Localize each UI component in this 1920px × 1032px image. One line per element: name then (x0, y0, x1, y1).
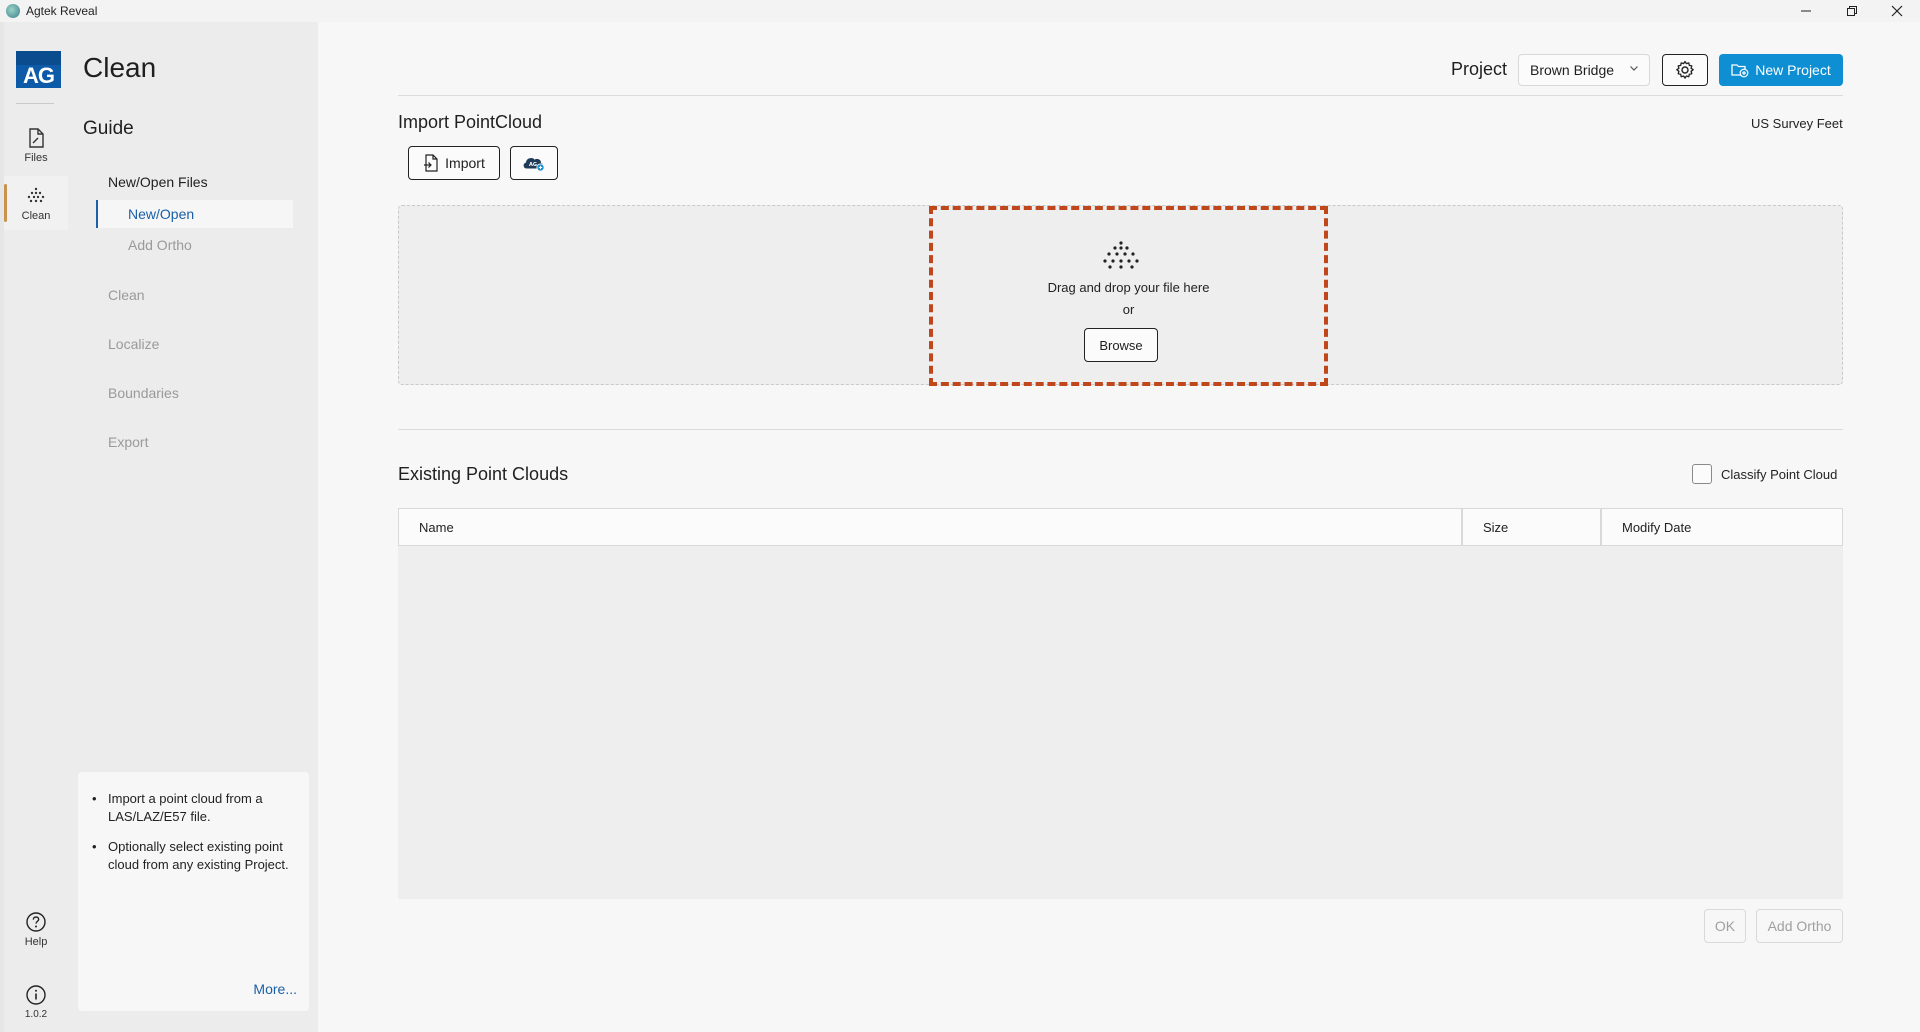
app-icon (6, 4, 20, 18)
classify-checkbox-row[interactable]: Classify Point Cloud (1692, 464, 1837, 484)
guide-heading: Guide (83, 118, 134, 139)
restore-icon (1847, 6, 1857, 16)
info-icon (24, 983, 48, 1007)
rail-item-help[interactable]: Help (4, 902, 68, 956)
point-cloud-icon (1098, 240, 1144, 270)
window-title: Agtek Reveal (26, 4, 98, 18)
project-select-value: Brown Bridge (1530, 62, 1615, 78)
header-divider (398, 95, 1843, 96)
column-header-name[interactable]: Name (398, 508, 1462, 546)
guide-section-boundaries[interactable]: Boundaries (108, 385, 179, 401)
minimize-button[interactable] (1783, 0, 1829, 22)
guide-item-add-ortho[interactable]: Add Ortho (96, 231, 293, 259)
rail-item-label: Files (24, 152, 48, 164)
new-project-button[interactable]: New Project (1719, 54, 1843, 86)
help-bullet: Optionally select existing point cloud f… (92, 838, 300, 874)
page-title: Clean (83, 52, 157, 83)
cloud-import-button[interactable]: AG (510, 146, 558, 180)
guide-section-clean[interactable]: Clean (108, 287, 145, 303)
import-button-label: Import (445, 155, 485, 171)
nav-rail: AG Files Clean Help 1.0.2 (0, 22, 68, 1032)
existing-section-title: Existing Point Clouds (398, 464, 569, 484)
import-section-title: Import PointCloud (398, 112, 543, 132)
ok-button[interactable]: OK (1704, 909, 1746, 943)
gear-icon (1676, 60, 1694, 79)
settings-button[interactable] (1662, 54, 1708, 86)
title-bar: Agtek Reveal (0, 0, 1920, 22)
close-icon (1891, 5, 1903, 17)
file-import-icon (424, 154, 438, 172)
drop-instructions: Drag and drop your file here (1047, 280, 1210, 295)
add-ortho-button[interactable]: Add Ortho (1756, 909, 1843, 943)
project-label: Project (1451, 59, 1508, 79)
drop-or-label: or (1122, 302, 1135, 317)
column-header-modify-date[interactable]: Modify Date (1601, 508, 1843, 546)
table-body[interactable] (398, 546, 1843, 899)
restore-button[interactable] (1829, 0, 1875, 22)
guide-section-localize[interactable]: Localize (108, 336, 159, 352)
table-header: Name Size Modify Date (398, 508, 1843, 546)
logo-text: AG (23, 63, 55, 88)
units-label: US Survey Feet (1751, 116, 1843, 131)
rail-item-about[interactable]: 1.0.2 (4, 974, 68, 1028)
classify-label: Classify Point Cloud (1721, 466, 1838, 482)
rail-item-clean[interactable]: Clean (4, 176, 68, 230)
chevron-down-icon (1629, 63, 1639, 76)
rail-divider (16, 103, 54, 104)
rail-item-files[interactable]: Files (4, 118, 68, 172)
new-folder-icon (1731, 64, 1749, 78)
agtek-logo: AG (16, 51, 61, 88)
minimize-icon (1801, 10, 1811, 12)
svg-text:AG: AG (529, 162, 537, 168)
file-icon (24, 126, 48, 150)
version-label: 1.0.2 (24, 1008, 48, 1020)
point-cloud-icon (24, 184, 48, 208)
help-bullet: Import a point cloud from a LAS/LAZ/E57 … (92, 790, 300, 826)
help-icon (24, 910, 48, 934)
column-header-size[interactable]: Size (1462, 508, 1601, 546)
guide-section-new-open-files: New/Open Files (108, 174, 208, 190)
help-list: Import a point cloud from a LAS/LAZ/E57 … (92, 790, 300, 886)
new-project-label: New Project (1755, 62, 1831, 78)
close-button[interactable] (1874, 0, 1920, 22)
project-select[interactable]: Brown Bridge (1518, 54, 1650, 86)
import-button[interactable]: Import (408, 146, 500, 180)
cloud-icon: AG (523, 158, 545, 172)
more-link[interactable]: More... (253, 981, 297, 997)
rail-item-label: Clean (21, 210, 51, 222)
browse-button[interactable]: Browse (1084, 328, 1158, 362)
section-divider (398, 429, 1843, 430)
help-card: Import a point cloud from a LAS/LAZ/E57 … (78, 772, 309, 1011)
guide-section-export[interactable]: Export (108, 434, 148, 450)
classify-checkbox[interactable] (1692, 464, 1712, 484)
rail-item-label: Help (24, 936, 48, 948)
guide-item-new-open[interactable]: New/Open (96, 200, 293, 228)
nav-rail-inner (4, 22, 68, 1032)
